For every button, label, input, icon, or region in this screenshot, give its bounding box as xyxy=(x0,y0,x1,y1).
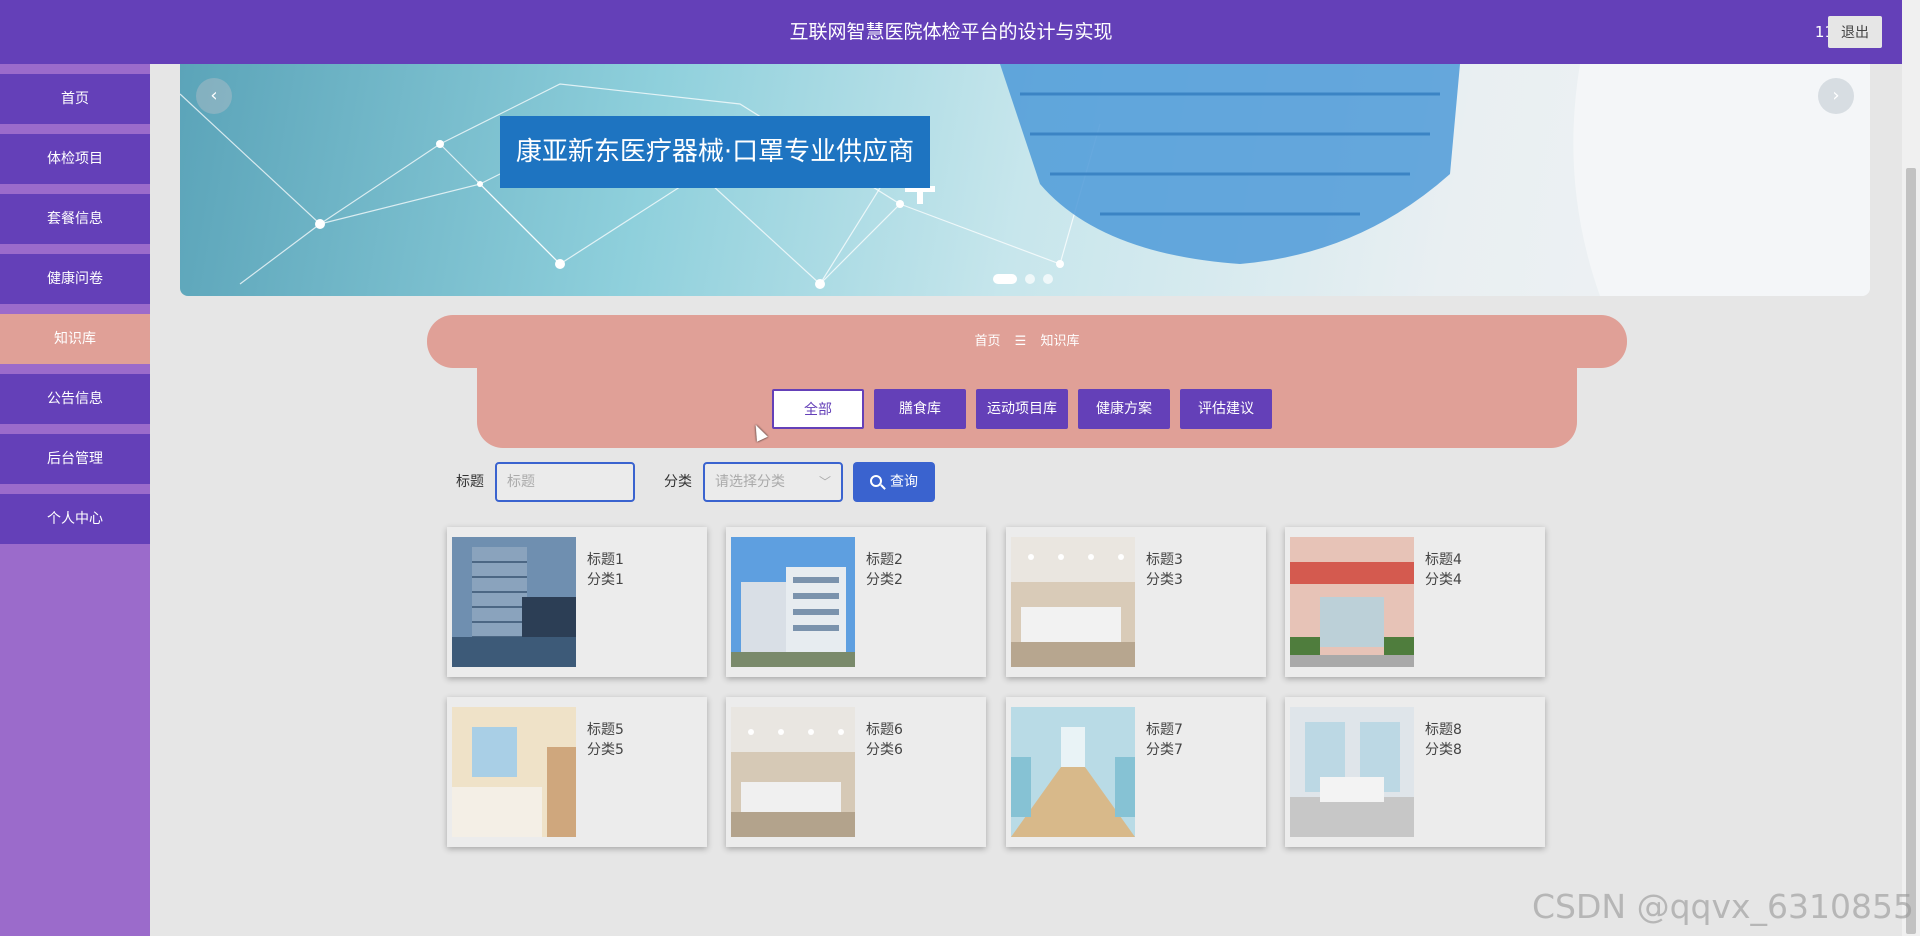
category-filter-panel: 全部 膳食库 运动项目库 健康方案 评估建议 xyxy=(477,368,1577,448)
category-exercise-button[interactable]: 运动项目库 xyxy=(976,389,1068,429)
knowledge-card[interactable]: 标题8 分类8 xyxy=(1285,697,1545,847)
sidebar-item-questionnaire[interactable]: 健康问卷 xyxy=(0,254,150,304)
scrollbar-thumb[interactable] xyxy=(1906,168,1916,934)
breadcrumb-home[interactable]: 首页 xyxy=(975,334,1001,349)
card-title: 标题5 xyxy=(587,722,624,738)
carousel-dot[interactable] xyxy=(993,274,1017,284)
breadcrumb-separator-icon: ☰ xyxy=(1014,334,1027,349)
category-diet-button[interactable]: 膳食库 xyxy=(874,389,966,429)
knowledge-card[interactable]: 标题4 分类4 xyxy=(1285,527,1545,677)
card-thumbnail xyxy=(731,707,855,837)
card-category: 分类6 xyxy=(866,742,903,758)
card-thumbnail xyxy=(1290,707,1414,837)
card-thumbnail xyxy=(452,707,576,837)
category-label: 分类 xyxy=(664,474,692,490)
site-title: 互联网智慧医院体检平台的设计与实现 xyxy=(789,21,1113,43)
logout-button[interactable]: 退出 xyxy=(1828,16,1882,48)
category-health-plan-button[interactable]: 健康方案 xyxy=(1078,389,1170,429)
card-thumbnail xyxy=(731,537,855,667)
search-icon xyxy=(870,475,882,487)
card-thumbnail xyxy=(1011,537,1135,667)
carousel-dot[interactable] xyxy=(1025,274,1035,284)
card-title: 标题2 xyxy=(866,552,903,568)
card-title: 标题6 xyxy=(866,722,903,738)
title-search-input[interactable] xyxy=(495,462,635,502)
card-title: 标题7 xyxy=(1146,722,1183,738)
sidebar: 首页 体检项目 套餐信息 健康问卷 知识库 公告信息 后台管理 个人中心 xyxy=(0,64,150,936)
card-thumbnail xyxy=(1290,537,1414,667)
knowledge-card[interactable]: 标题5 分类5 xyxy=(447,697,707,847)
sidebar-item-packages[interactable]: 套餐信息 xyxy=(0,194,150,244)
sidebar-item-home[interactable]: 首页 xyxy=(0,74,150,124)
knowledge-card[interactable]: 标题6 分类6 xyxy=(726,697,986,847)
sidebar-item-exam-items[interactable]: 体检项目 xyxy=(0,134,150,184)
knowledge-card[interactable]: 标题7 分类7 xyxy=(1006,697,1266,847)
chevron-down-icon: ﹀ xyxy=(818,475,831,489)
top-header: 互联网智慧医院体检平台的设计与实现 11 退出 xyxy=(0,0,1902,64)
carousel-indicators xyxy=(993,269,1061,288)
category-select-placeholder: 请选择分类 xyxy=(715,474,785,490)
carousel-dot[interactable] xyxy=(1043,274,1053,284)
card-thumbnail xyxy=(452,537,576,667)
card-category: 分类4 xyxy=(1425,572,1462,588)
card-title: 标题3 xyxy=(1146,552,1183,568)
knowledge-card[interactable]: 标题2 分类2 xyxy=(726,527,986,677)
card-title: 标题1 xyxy=(587,552,624,568)
card-category: 分类7 xyxy=(1146,742,1183,758)
carousel-next-button[interactable]: › xyxy=(1818,78,1854,114)
banner-image xyxy=(180,64,1870,296)
breadcrumb-current: 知识库 xyxy=(1040,334,1080,349)
card-title: 标题8 xyxy=(1425,722,1462,738)
knowledge-card[interactable]: 标题3 分类3 xyxy=(1006,527,1266,677)
card-category: 分类3 xyxy=(1146,572,1183,588)
watermark-text: CSDN @qqvx_6310855 xyxy=(1532,887,1914,926)
card-category: 分类1 xyxy=(587,572,624,588)
carousel-prev-button[interactable]: ‹ xyxy=(196,78,232,114)
banner-caption: 康亚新东医疗器械·口罩专业供应商 xyxy=(500,116,930,188)
card-title: 标题4 xyxy=(1425,552,1462,568)
query-button[interactable]: 查询 xyxy=(853,462,935,502)
card-category: 分类5 xyxy=(587,742,624,758)
knowledge-card[interactable]: 标题1 分类1 xyxy=(447,527,707,677)
page-scrollbar[interactable] xyxy=(1902,0,1920,936)
card-category: 分类2 xyxy=(866,572,903,588)
query-button-label: 查询 xyxy=(890,474,918,490)
banner-carousel[interactable]: 康亚新东医疗器械·口罩专业供应商 ‹ › xyxy=(180,64,1870,296)
category-select[interactable]: 请选择分类 ﹀ xyxy=(703,462,843,502)
card-category: 分类8 xyxy=(1425,742,1462,758)
category-all-button[interactable]: 全部 xyxy=(772,389,864,429)
title-label: 标题 xyxy=(456,474,484,490)
breadcrumb: 首页 ☰ 知识库 xyxy=(427,315,1627,368)
sidebar-item-admin[interactable]: 后台管理 xyxy=(0,434,150,484)
sidebar-item-announcements[interactable]: 公告信息 xyxy=(0,374,150,424)
sidebar-item-knowledge-base[interactable]: 知识库 xyxy=(0,314,150,364)
sidebar-item-profile[interactable]: 个人中心 xyxy=(0,494,150,544)
card-thumbnail xyxy=(1011,707,1135,837)
category-assessment-button[interactable]: 评估建议 xyxy=(1180,389,1272,429)
